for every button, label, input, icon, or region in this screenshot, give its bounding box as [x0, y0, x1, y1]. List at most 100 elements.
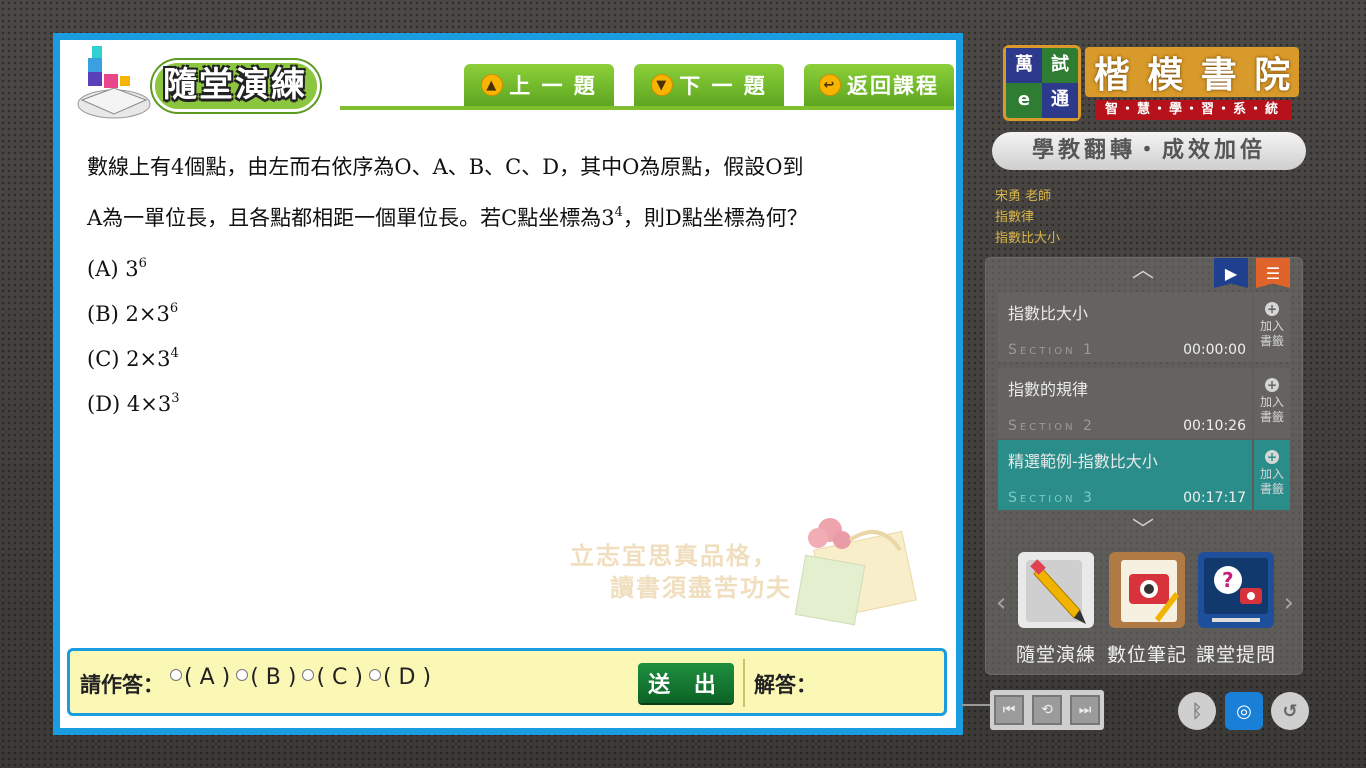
tool-exercise[interactable]: 隨堂演練: [1016, 552, 1096, 667]
back-to-course-label: 返回課程: [847, 74, 939, 98]
answer-divider: [743, 659, 745, 707]
choice-a[interactable]: ( A ): [170, 665, 230, 690]
section-2-main[interactable]: 指數的規律 Section 2 00:10:26: [998, 368, 1252, 438]
next-question-button[interactable]: ▼ 下 一 題: [634, 64, 784, 106]
section-1-bookmark-button[interactable]: + 加入書籤: [1254, 292, 1290, 362]
back-to-course-button[interactable]: ↩ 返回課程: [804, 64, 954, 106]
arrow-up-icon: ▲: [481, 74, 504, 96]
section-item-2[interactable]: 指數的規律 Section 2 00:10:26 + 加入書籤: [998, 368, 1290, 438]
video-tab-icon[interactable]: ▶: [1214, 258, 1248, 288]
question-camera-icon: ?: [1198, 552, 1274, 628]
section-1-time: 00:00:00: [1183, 342, 1246, 358]
prev-question-button[interactable]: ▲ 上 一 題: [464, 64, 614, 106]
section-2-bookmark-button[interactable]: + 加入書籤: [1254, 368, 1290, 438]
option-c: (C) 2×34: [87, 331, 947, 376]
watermark-decoration: 立志宜思真品格， 讀書須盡苦功夫: [570, 500, 930, 640]
skip-forward-icon[interactable]: ⏭: [1070, 695, 1100, 725]
tool-exercise-label: 隨堂演練: [1016, 644, 1097, 666]
watermark-line-1: 立志宜思真品格，: [570, 542, 778, 570]
solution-label: 解答：: [754, 673, 817, 697]
bluetooth-icon[interactable]: ᛒ: [1178, 692, 1216, 730]
option-c-text: (C) 2×3: [87, 347, 171, 371]
answer-bar: 請作答： ( A ) ( B ) ( C ) ( D ) 送 出 解答：: [67, 648, 947, 716]
question-line-2: A為一單位長，且各點都相距一個單位長。若C點坐標為34，則D點坐標為何？: [87, 190, 947, 241]
chevron-down-icon[interactable]: ﹀: [1126, 520, 1160, 542]
section-item-1[interactable]: 指數比大小 Section 1 00:00:00 + 加入書籤: [998, 292, 1290, 362]
chevron-right-icon[interactable]: ›: [1284, 588, 1294, 618]
choice-a-label: ( A ): [184, 665, 231, 690]
pencil-icon: [1018, 552, 1094, 628]
control-connector: [962, 704, 990, 706]
section-2-bookmark-label: 加入書籤: [1259, 395, 1284, 424]
skip-back-icon[interactable]: ⏮: [994, 695, 1024, 725]
choice-c-label: ( C ): [316, 665, 363, 690]
loop-icon[interactable]: ⟲: [1032, 695, 1062, 725]
brand-char-4: 院: [1254, 55, 1291, 96]
option-a: (A) 36: [87, 241, 947, 286]
brand-char-3: 書: [1200, 55, 1237, 96]
section-1-main[interactable]: 指數比大小 Section 1 00:00:00: [998, 292, 1252, 362]
option-b: (B) 2×36: [87, 286, 947, 331]
exercise-header: 隨堂演練 ▲ 上 一 題 ▼ 下 一 題 ↩ 返回課程: [60, 40, 956, 119]
undo-icon[interactable]: ↺: [1271, 692, 1309, 730]
answer-choices: ( A ) ( B ) ( C ) ( D ): [170, 665, 431, 690]
option-b-text: (B) 2×3: [87, 302, 170, 326]
exercise-panel: 隨堂演練 ▲ 上 一 題 ▼ 下 一 題 ↩ 返回課程 數線上有4個點，由左而右…: [53, 33, 963, 735]
brand-char-1: 楷: [1093, 55, 1130, 96]
section-1-title: 指數比大小: [1008, 304, 1089, 323]
brand-tagline: 智・慧・學・習・系・統: [1095, 100, 1291, 120]
plus-icon: +: [1265, 378, 1279, 392]
answer-prompt: 請作答：: [80, 673, 164, 697]
option-b-exponent: 6: [169, 301, 179, 316]
radio-c[interactable]: [302, 669, 315, 681]
seal-char-2: 試: [1051, 54, 1069, 75]
teacher-name: 宋勇 老師: [995, 189, 1052, 204]
section-1-bookmark-label: 加入書籤: [1259, 319, 1284, 348]
chevron-left-icon[interactable]: ‹: [996, 588, 1006, 618]
slogan-banner: 學教翻轉・成效加倍: [992, 132, 1306, 170]
plus-icon: +: [1265, 450, 1279, 464]
tool-question[interactable]: ? 課堂提問: [1196, 552, 1276, 667]
section-3-bookmark-button[interactable]: + 加入書籤: [1254, 440, 1290, 510]
choice-b[interactable]: ( B ): [236, 665, 296, 690]
seal-char-1: 萬: [1006, 48, 1042, 83]
tools-row: ‹ › 隨堂演練 數位筆記 ? 課堂提問: [996, 548, 1294, 668]
choice-b-label: ( B ): [250, 665, 297, 690]
choice-d[interactable]: ( D ): [368, 665, 432, 690]
course-meta: 宋勇 老師 指數律 指數比大小: [995, 186, 1060, 249]
question-line-2-text: A為一單位長，且各點都相距一個單位長。若C點坐標為3: [87, 206, 615, 230]
submit-button[interactable]: 送 出: [638, 663, 734, 703]
tool-notes[interactable]: 數位筆記: [1107, 552, 1187, 667]
section-2-time: 00:10:26: [1183, 418, 1246, 434]
brand-seal: 萬 試 e 通: [1003, 45, 1081, 121]
exercise-title: 隨堂演練: [152, 60, 320, 112]
section-item-3[interactable]: 精選範例-指數比大小 Section 3 00:17:17 + 加入書籤: [998, 440, 1290, 510]
radio-a[interactable]: [170, 669, 182, 681]
playback-controls: ⏮ ⟲ ⏭: [990, 690, 1104, 730]
tool-notes-label: 數位筆記: [1107, 644, 1188, 666]
choice-c[interactable]: ( C ): [302, 665, 363, 690]
radio-b[interactable]: [236, 669, 249, 681]
brand-logo: 萬 試 e 通 楷 模 書 院 智・慧・學・習・系・統: [1003, 45, 1303, 123]
chevron-up-icon[interactable]: ︿: [1126, 260, 1160, 282]
gift-book-icon: [794, 518, 917, 626]
building-blocks-icon: [77, 46, 151, 119]
return-icon: ↩: [819, 74, 841, 96]
option-d-exponent: 3: [171, 391, 180, 406]
watermark-text: 立志宜思真品格， 讀書須盡苦功夫: [570, 540, 792, 604]
section-3-main[interactable]: 精選範例-指數比大小 Section 3 00:17:17: [998, 440, 1252, 510]
choice-d-label: ( D ): [382, 665, 432, 690]
plus-icon: +: [1265, 302, 1279, 316]
seal-char-4: 通: [1042, 83, 1078, 118]
exercise-logo: 隨堂演練: [70, 44, 360, 124]
section-playlist: ︿ ▶ ☰ 指數比大小 Section 1 00:00:00 + 加入書籤 指數…: [985, 257, 1303, 675]
section-2-title: 指數的規律: [1008, 380, 1089, 399]
camera-icon[interactable]: ◎: [1225, 692, 1263, 730]
question-exponent: 4: [614, 205, 623, 220]
option-d-text: (D) 4×3: [87, 392, 172, 416]
arrow-down-icon: ▼: [651, 74, 674, 96]
section-3-title: 精選範例-指數比大小: [1008, 452, 1158, 471]
menu-tab-icon[interactable]: ☰: [1256, 258, 1290, 288]
chapter-name: 指數律: [995, 210, 1035, 225]
radio-d[interactable]: [368, 669, 381, 681]
